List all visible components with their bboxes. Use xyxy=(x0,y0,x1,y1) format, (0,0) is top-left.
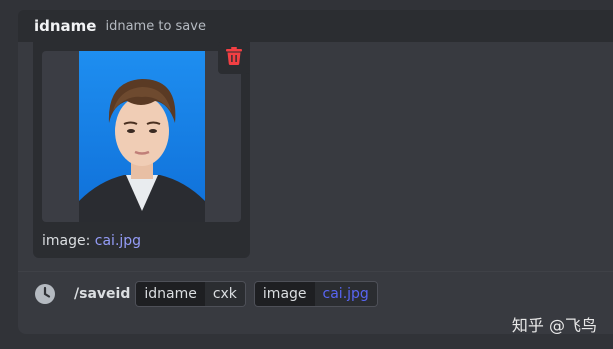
option-pill-idname[interactable]: idname cxk xyxy=(135,281,246,307)
image-preview xyxy=(42,51,241,222)
watermark: 知乎 @飞鸟 xyxy=(511,316,597,335)
attachment-caption: image: cai.jpg xyxy=(42,233,141,249)
divider xyxy=(18,271,613,272)
clock-icon xyxy=(34,283,56,305)
option-key: image xyxy=(254,282,315,306)
option-key: idname xyxy=(136,282,205,306)
caption-label: image: xyxy=(42,233,91,249)
option-header: idname idname to save xyxy=(18,10,613,42)
command-name: /saveid xyxy=(74,286,131,302)
option-pill-image[interactable]: image cai.jpg xyxy=(253,281,378,307)
portrait-photo xyxy=(79,51,205,222)
option-description: idname to save xyxy=(105,18,206,34)
image-attachment-card[interactable]: image: cai.jpg xyxy=(33,42,250,258)
option-value[interactable]: cai.jpg xyxy=(314,282,377,306)
trash-icon xyxy=(226,47,242,69)
caption-filename[interactable]: cai.jpg xyxy=(95,233,141,249)
command-row: /saveid idname cxk image cai.jpg xyxy=(18,281,613,307)
slash-command-composer: idname idname to save image: cai.jpg /sa… xyxy=(0,0,613,349)
option-name: idname xyxy=(34,17,97,35)
delete-attachment-button[interactable] xyxy=(218,42,250,74)
option-value[interactable]: cxk xyxy=(204,282,245,306)
